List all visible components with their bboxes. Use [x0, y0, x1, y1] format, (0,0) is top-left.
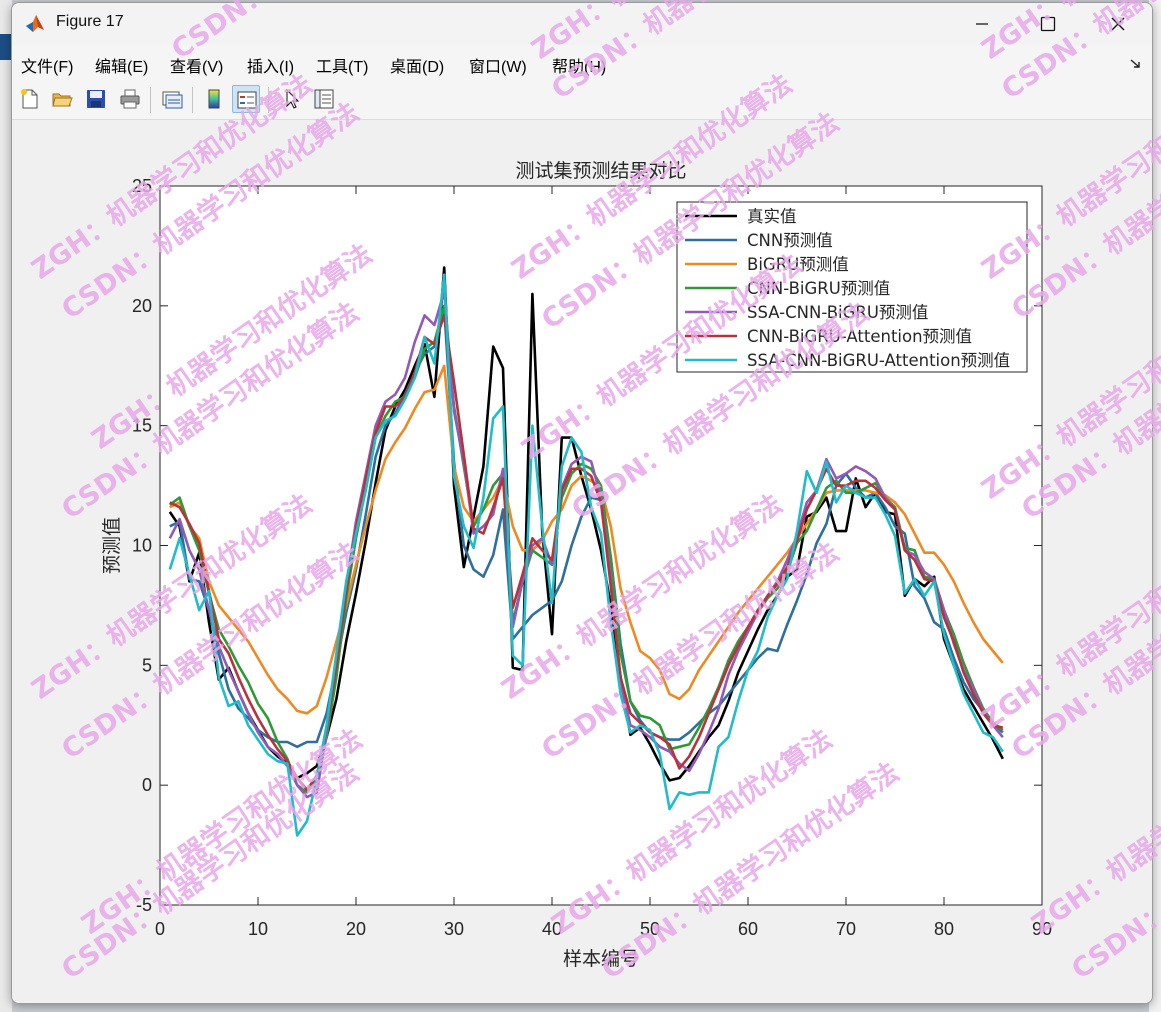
figure-canvas[interactable]: 0 10 20 30 40 50 60 70 80 90 -5 0 5 10 15 20 25 测试集预测结果对比…: [12, 120, 1152, 1003]
y-tick-label: 25: [132, 176, 152, 196]
x-tick-label: 20: [346, 919, 366, 939]
close-button[interactable]: [1095, 3, 1141, 45]
legend-entry: BiGRU预测值: [747, 255, 849, 274]
colorbar-icon[interactable]: [200, 85, 228, 113]
close-icon: [1111, 17, 1125, 31]
minimize-button[interactable]: [959, 3, 1005, 45]
toolbar-separator: [150, 87, 151, 113]
y-tick-label: 0: [142, 775, 152, 795]
x-tick-label: 60: [738, 919, 758, 939]
y-tick-label: -5: [136, 895, 152, 915]
menu-help[interactable]: 帮助(H): [552, 53, 606, 77]
menu-window[interactable]: 窗口(W): [469, 53, 527, 77]
menu-view[interactable]: 查看(V): [170, 53, 223, 77]
property-inspector-icon[interactable]: [310, 85, 338, 113]
dock-arrow-icon[interactable]: [1130, 59, 1142, 69]
figure-window: Figure 17 文件(F) 编辑(E) 查看(V) 插入(I) 工具(T) …: [11, 2, 1153, 1004]
menu-bar: 文件(F) 编辑(E) 查看(V) 插入(I) 工具(T) 桌面(D) 窗口(W…: [12, 45, 1152, 79]
print-icon[interactable]: [116, 85, 144, 113]
legend-entry: SSA-CNN-BiGRU-Attention预测值: [747, 351, 1010, 370]
new-figure-icon[interactable]: [16, 85, 44, 113]
chart-title: 测试集预测结果对比: [515, 160, 686, 182]
x-axis-label: 样本编号: [563, 948, 639, 970]
y-tick-label: 10: [132, 536, 152, 556]
y-axis-label: 预测值: [101, 517, 123, 574]
title-bar[interactable]: Figure 17: [12, 3, 1152, 45]
x-tick-label: 30: [444, 919, 464, 939]
y-tick-label: 20: [132, 296, 152, 316]
x-tick-label: 40: [542, 919, 562, 939]
minimize-icon: [976, 23, 988, 25]
open-file-icon[interactable]: [48, 85, 76, 113]
y-tick-label: 5: [142, 655, 152, 675]
menu-desktop[interactable]: 桌面(D): [390, 53, 444, 77]
toolbar-separator: [268, 87, 269, 113]
x-tick-label: 0: [155, 919, 165, 939]
toolbar-separator: [192, 87, 193, 113]
legend-entry: CNN-BiGRU-Attention预测值: [747, 327, 972, 346]
pointer-icon[interactable]: [278, 85, 306, 113]
legend-entry: SSA-CNN-BiGRU预测值: [747, 303, 928, 322]
legend-entry: CNN-BiGRU预测值: [747, 279, 890, 298]
legend-icon[interactable]: [232, 85, 260, 113]
maximize-button[interactable]: [1025, 3, 1071, 45]
x-tick-label: 50: [640, 919, 660, 939]
x-tick-label: 70: [836, 919, 856, 939]
figure-toolbar: [12, 79, 1152, 120]
matlab-logo-icon: [24, 12, 46, 34]
maximize-icon: [1040, 16, 1056, 32]
menu-edit[interactable]: 编辑(E): [95, 53, 148, 77]
save-icon[interactable]: [82, 85, 110, 113]
link-plot-icon[interactable]: [158, 85, 186, 113]
prediction-comparison-chart: 0 10 20 30 40 50 60 70 80 90-50510152025测试集预测结果对比…: [101, 160, 1052, 970]
legend-entry: 真实值: [747, 207, 797, 226]
x-tick-label: 10: [248, 919, 268, 939]
menu-insert[interactable]: 插入(I): [247, 53, 294, 77]
window-title: Figure 17: [56, 13, 124, 30]
menu-file[interactable]: 文件(F): [21, 53, 73, 77]
legend-entry: CNN预测值: [747, 231, 833, 250]
x-tick-label: 80: [934, 919, 954, 939]
y-tick-label: 15: [132, 416, 152, 436]
menu-tools[interactable]: 工具(T): [316, 53, 368, 77]
x-tick-label: 90: [1032, 919, 1052, 939]
